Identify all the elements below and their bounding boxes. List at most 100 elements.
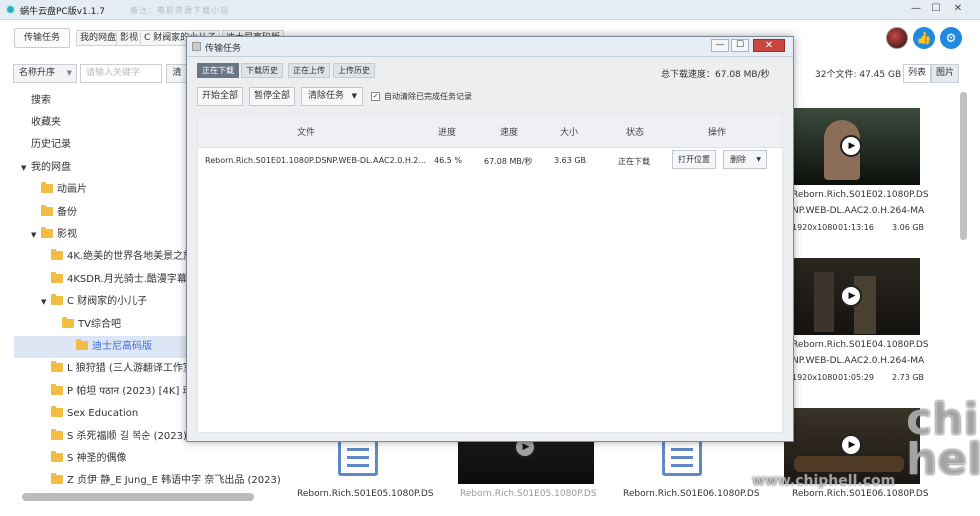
sidebar-item-label: 4KSDR.月光骑士.酷漫字幕组 xyxy=(67,274,197,285)
col-size: 大小 xyxy=(559,128,578,138)
avatar[interactable] xyxy=(886,27,908,49)
file-name: Reborn.Rich.S01E02.1080P.DS xyxy=(792,190,929,200)
col-file: 文件 xyxy=(296,128,315,138)
thumbnail-figure xyxy=(814,272,834,332)
sidebar-item-label: 备份 xyxy=(57,207,77,218)
row-status: 正在下载 xyxy=(618,157,650,166)
auto-clear-checkbox[interactable]: ✓ xyxy=(371,92,380,101)
thumbnail-table xyxy=(794,456,904,472)
tab-downloading[interactable]: 正在下载 xyxy=(197,63,239,78)
sidebar-item-label: S 神圣的偶像 xyxy=(67,453,127,464)
file-name-line2: NP.WEB-DL.AAC2.0.H.264-MA xyxy=(792,356,925,366)
document-icon[interactable] xyxy=(662,436,702,476)
file-name: Reborn.Rich.S01E05.1080P.DS xyxy=(297,489,434,499)
sidebar-horizontal-scrollbar[interactable] xyxy=(22,493,254,501)
expand-arrow-icon[interactable]: ▼ xyxy=(31,224,41,246)
file-name: Reborn.Rich.S01E06.1080P.DS xyxy=(623,489,760,499)
folder-icon xyxy=(62,317,74,328)
search-input[interactable]: 请输入关键字 xyxy=(80,64,162,83)
sidebar-item-folder[interactable]: Z 贞伊 静_E Jung_E 韩语中字 奈飞出品 (2023) xyxy=(0,470,282,492)
file-name: Reborn.Rich.S01E05.1080P.DS xyxy=(460,489,597,499)
folder-icon xyxy=(51,249,63,260)
title-extra: 备注：电影资源下载小站 xyxy=(130,6,229,15)
open-location-button[interactable]: 打开位置 xyxy=(672,150,716,169)
sidebar-item-label: 历史记录 xyxy=(31,139,71,150)
chevron-down-icon: ▼ xyxy=(66,69,72,77)
sidebar-item-label: 搜索 xyxy=(31,95,51,106)
col-progress: 进度 xyxy=(437,128,456,138)
sort-select-value: 名称升序 xyxy=(19,68,56,78)
watermark-url: www.chiphell.com xyxy=(752,473,896,489)
file-resolution: 1920x1080 xyxy=(792,223,838,232)
sidebar-item-label: P 帕坦 पठान (2023) [4K] 动作 xyxy=(67,386,203,397)
close-icon[interactable]: ✕ xyxy=(948,2,968,16)
sidebar-item-label: 影视 xyxy=(57,229,77,240)
delete-label: 删除 xyxy=(730,155,746,164)
transfer-tasks-button[interactable]: 传输任务 xyxy=(14,28,70,48)
tab-uploading[interactable]: 正在上传 xyxy=(288,63,330,78)
play-icon[interactable]: ▶ xyxy=(840,434,862,456)
sidebar-item-folder[interactable]: S 神圣的偶像 xyxy=(0,448,282,470)
dialog-title-bar: 传输任务 — ☐ ✕ xyxy=(187,37,793,57)
clear-tasks-dropdown[interactable]: 清除任务 ▼ xyxy=(301,87,363,106)
start-all-button[interactable]: 开始全部 xyxy=(197,87,243,106)
play-icon[interactable]: ▶ xyxy=(840,285,862,307)
folder-icon xyxy=(51,294,63,305)
thumbs-up-icon[interactable]: 👍 xyxy=(913,27,935,49)
main-vertical-scrollbar[interactable] xyxy=(960,92,967,240)
video-thumbnail[interactable]: ▶ xyxy=(784,258,920,335)
expand-arrow-icon[interactable]: ▼ xyxy=(41,291,51,313)
clear-tasks-label: 清除任务 xyxy=(308,91,345,101)
gear-icon[interactable]: ⚙ xyxy=(940,27,962,49)
breadcrumb-my-drive[interactable]: 我的网盘 xyxy=(76,30,121,46)
dialog-maximize-icon[interactable]: ☐ xyxy=(731,39,749,52)
sidebar-item-label: 迪士尼高码版 xyxy=(92,341,152,352)
pause-all-button[interactable]: 暂停全部 xyxy=(249,87,295,106)
file-name: Reborn.Rich.S01E06.1080P.DS xyxy=(792,489,929,499)
folder-icon xyxy=(51,272,63,283)
folder-icon xyxy=(51,429,63,440)
file-size: 3.06 GB xyxy=(892,223,925,232)
file-count: 32个文件: 47.45 GB xyxy=(815,70,902,80)
title-bar: 蜗牛云盘PC版v1.1.7 备注：电影资源下载小站 — ☐ ✕ xyxy=(0,0,980,20)
file-name: Reborn.Rich.S01E04.1080P.DS xyxy=(792,340,929,350)
folder-icon xyxy=(51,473,63,484)
list-view-button[interactable]: 列表 xyxy=(903,64,931,83)
sidebar-item-label: C 财阀家的小儿子 xyxy=(67,296,148,307)
chevron-down-icon: ▼ xyxy=(351,92,357,100)
sidebar-item-label: 收藏夹 xyxy=(31,117,61,128)
play-icon[interactable]: ▶ xyxy=(840,135,862,157)
clear-search-button[interactable]: 清 xyxy=(166,64,188,83)
total-download-speed: 总下载速度：67.08 MB/秒 xyxy=(661,70,770,80)
document-icon[interactable] xyxy=(338,436,378,476)
sidebar-item-label: Z 贞伊 静_E Jung_E 韩语中字 奈飞出品 (2023) xyxy=(67,475,281,486)
breadcrumb-videos[interactable]: 影视 xyxy=(116,30,143,46)
sidebar-item-label: 4K.绝美的世界各地美景之旅 xyxy=(67,251,194,262)
file-duration: 01:05:29 xyxy=(838,373,874,382)
sidebar-item-label: Sex Education xyxy=(67,408,139,419)
transfer-dialog: 传输任务 — ☐ ✕ 正在下载 下载历史 正在上传 上传历史 总下载速度：67.… xyxy=(186,36,794,442)
dialog-close-icon[interactable]: ✕ xyxy=(753,39,785,52)
tab-download-history[interactable]: 下载历史 xyxy=(241,63,283,78)
tab-upload-history[interactable]: 上传历史 xyxy=(333,63,375,78)
col-speed: 速度 xyxy=(499,128,518,138)
grid-view-button[interactable]: 图片 xyxy=(931,64,959,83)
file-size: 2.73 GB xyxy=(892,373,925,382)
sort-select[interactable]: 名称升序 ▼ xyxy=(13,64,77,83)
sidebar-item-label: 我的网盘 xyxy=(31,162,71,173)
delete-dropdown[interactable]: 删除 ▼ xyxy=(723,150,767,169)
maximize-icon[interactable]: ☐ xyxy=(926,2,946,16)
dialog-minimize-icon[interactable]: — xyxy=(711,39,729,52)
minimize-icon[interactable]: — xyxy=(906,2,926,16)
video-thumbnail[interactable]: ▶ xyxy=(784,108,920,185)
folder-icon xyxy=(51,384,63,395)
folder-icon xyxy=(41,182,53,193)
col-status: 状态 xyxy=(625,128,644,138)
folder-icon xyxy=(51,406,63,417)
folder-icon xyxy=(41,205,53,216)
dialog-app-icon xyxy=(192,42,201,51)
app-title: 蜗牛云盘PC版v1.1.7 xyxy=(20,7,105,17)
expand-arrow-icon[interactable]: ▼ xyxy=(21,157,31,179)
sidebar-item-label: 动画片 xyxy=(57,184,87,195)
row-file-name: Reborn.Rich.S01E01.1080P.DSNP.WEB-DL.AAC… xyxy=(205,156,427,165)
